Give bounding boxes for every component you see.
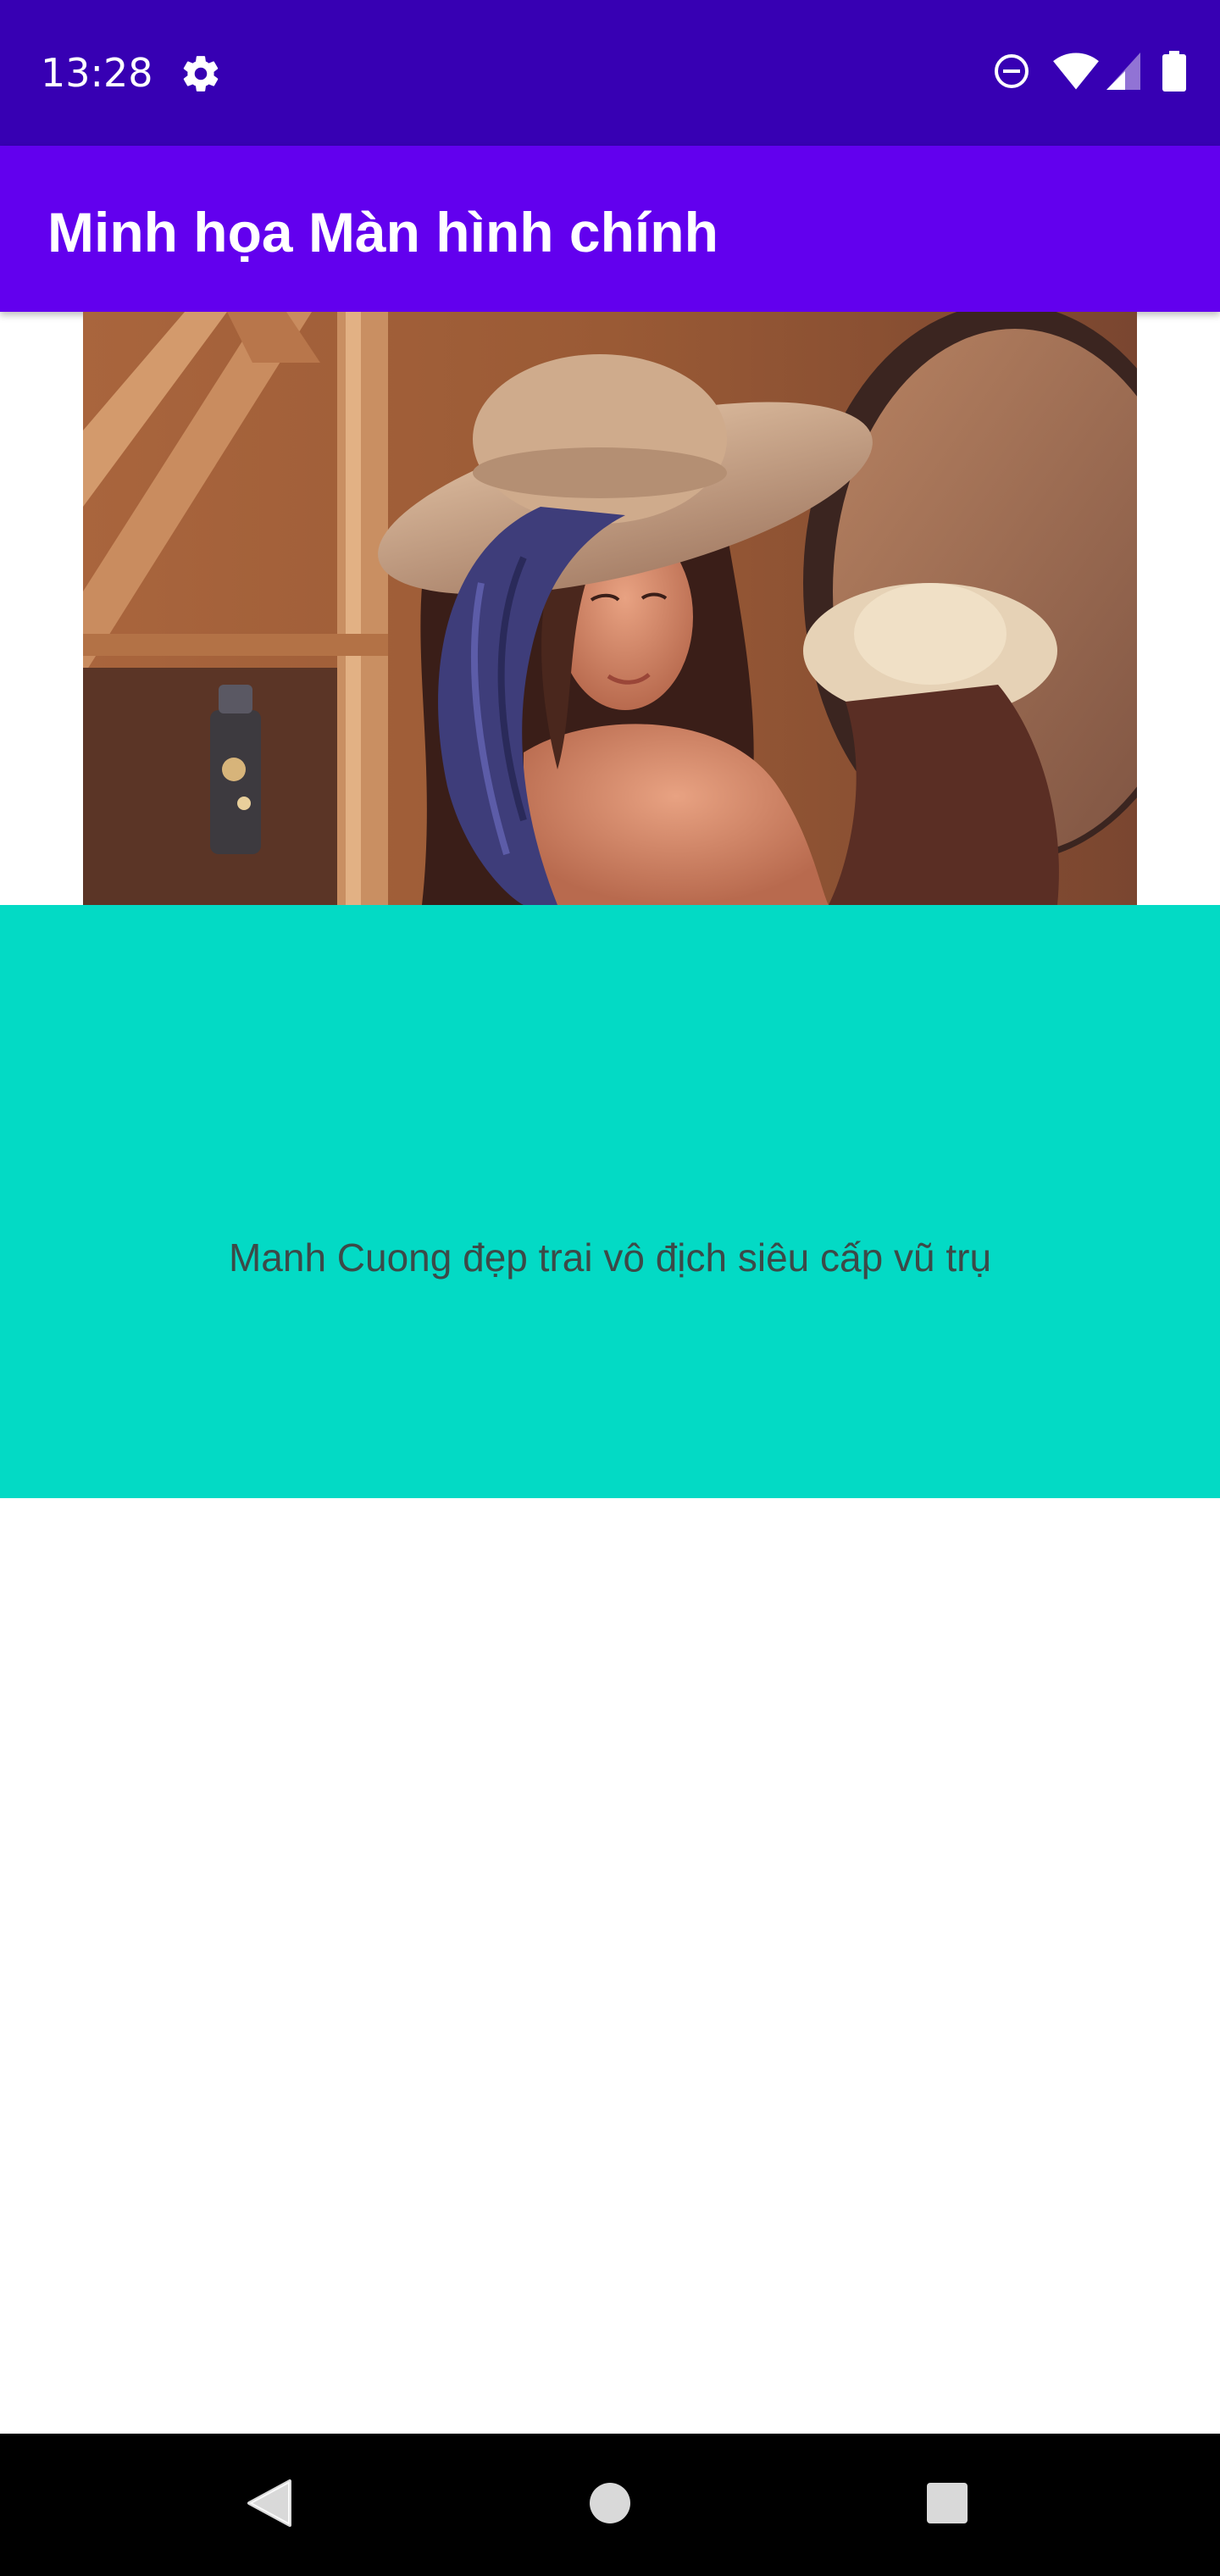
back-button[interactable]: [202, 2434, 337, 2576]
app-bar: Minh họa Màn hình chính: [0, 146, 1220, 312]
status-icons: [991, 49, 1186, 97]
gear-icon: [180, 53, 222, 95]
recents-icon: [925, 2481, 969, 2529]
app-title: Minh họa Màn hình chính: [47, 201, 718, 264]
battery-icon: [1162, 50, 1186, 96]
home-icon: [588, 2481, 632, 2529]
wifi-icon: [1052, 51, 1100, 95]
panel-text: Manh Cuong đẹp trai vô địch siêu cấp vũ …: [228, 1235, 992, 1280]
woman-in-hat-mirror-photo: [83, 312, 1137, 905]
recents-button[interactable]: [879, 2434, 1015, 2576]
cell-signal-icon: [1105, 51, 1142, 95]
navigation-bar: [0, 2434, 1220, 2576]
back-icon: [246, 2478, 293, 2532]
status-bar: 13:28: [0, 0, 1220, 146]
do-not-disturb-icon: [991, 51, 1032, 95]
text-panel: Manh Cuong đẹp trai vô địch siêu cấp vũ …: [0, 905, 1220, 1498]
status-time: 13:28: [41, 50, 153, 96]
home-button[interactable]: [542, 2434, 678, 2576]
